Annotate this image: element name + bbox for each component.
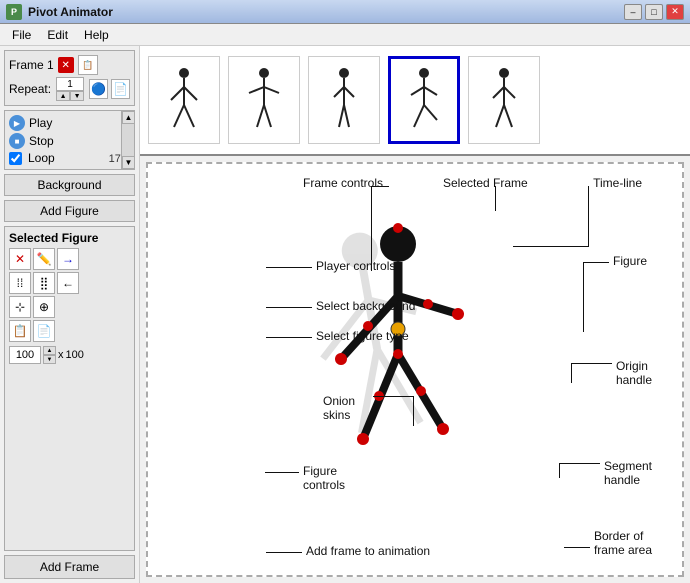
frame-icon1[interactable]: 🔵 <box>89 79 108 99</box>
maximize-button[interactable]: □ <box>645 4 663 20</box>
delete-figure-button[interactable]: ✕ <box>9 248 31 270</box>
scroll-down[interactable]: ▼ <box>122 156 135 169</box>
arrow-right-button[interactable]: → <box>57 248 79 270</box>
loop-label: Loop <box>28 151 55 165</box>
player-scrollbar: ▲ ▼ <box>121 111 134 169</box>
annotation-select-figure-type: Select figure type <box>316 329 409 343</box>
annotation-onion-skins: Onionskins <box>323 394 355 422</box>
play-icon: ▶ <box>9 115 25 131</box>
app-icon: P <box>6 4 22 20</box>
scroll-up[interactable]: ▲ <box>122 111 135 124</box>
repeat-down[interactable]: ▼ <box>70 91 84 101</box>
annotation-add-frame: Add frame to animation <box>306 544 430 558</box>
crosshair-button[interactable]: ⊕ <box>33 296 55 318</box>
left-panel: Frame 1 ✕ 📋 Repeat: 1 ▲ ▼ 🔵 📄 ▶ <box>0 46 140 583</box>
move-button[interactable]: ⊹ <box>9 296 31 318</box>
grid2-button[interactable]: ⣿ <box>33 272 55 294</box>
loop-checkbox[interactable] <box>9 152 22 165</box>
minimize-button[interactable]: – <box>624 4 642 20</box>
background-button[interactable]: Background <box>4 174 135 196</box>
copy-frame-button[interactable]: 📋 <box>78 55 98 75</box>
canvas-area: Frame controls Selected Frame Time-line … <box>146 162 684 577</box>
size-controls: 100 ▲ ▼ x 100 <box>9 346 130 364</box>
frame-section: Frame 1 ✕ 📋 Repeat: 1 ▲ ▼ 🔵 📄 <box>4 50 135 106</box>
window-controls: – □ ✕ <box>624 4 684 20</box>
frame-figure-5 <box>479 65 529 135</box>
width-up[interactable]: ▲ <box>43 346 56 355</box>
annotation-origin-handle: Originhandle <box>616 359 652 387</box>
close-button[interactable]: ✕ <box>666 4 684 20</box>
menu-file[interactable]: File <box>4 26 39 44</box>
frame-thumb-4[interactable] <box>388 56 460 144</box>
add-frame-button[interactable]: Add Frame <box>4 555 135 579</box>
repeat-value[interactable]: 1 <box>56 77 84 91</box>
frame-figure-3 <box>319 65 369 135</box>
frame-figure-1 <box>159 65 209 135</box>
figure-tools-grid: ✕ ✏️ → ⁞⁞ ⣿ ← ⊹ ⊕ 📋 📄 <box>9 248 130 342</box>
edit-figure-button[interactable]: ✏️ <box>33 248 55 270</box>
stop-button[interactable]: Stop <box>29 134 54 148</box>
size-width-input[interactable]: 100 <box>9 346 41 364</box>
menu-edit[interactable]: Edit <box>39 26 76 44</box>
annotation-border: Border offrame area <box>594 529 652 557</box>
width-down[interactable]: ▼ <box>43 355 56 364</box>
frame-icon2[interactable]: 📄 <box>111 79 130 99</box>
repeat-up[interactable]: ▲ <box>56 91 70 101</box>
size-height-value: 100 <box>66 349 84 361</box>
main-figure-svg <box>313 214 483 484</box>
frame-thumb-5[interactable] <box>468 56 540 144</box>
right-panel: Frame controls Selected Frame Time-line … <box>140 46 690 583</box>
frame-thumb-2[interactable] <box>228 56 300 144</box>
annotation-segment-handle: Segmenthandle <box>604 459 652 487</box>
annotation-frame-controls: Frame controls <box>303 176 383 190</box>
annotation-player-controls: Player controls <box>316 259 395 273</box>
size-separator: x <box>58 349 64 361</box>
annotation-figure-controls: Figurecontrols <box>303 464 345 492</box>
frame-label: Frame 1 <box>9 58 54 72</box>
annotation-selected-frame: Selected Frame <box>443 176 528 190</box>
scroll-track <box>122 124 134 156</box>
repeat-label: Repeat: <box>9 82 51 96</box>
play-button[interactable]: Play <box>29 116 52 130</box>
frame-figure-4 <box>399 65 449 135</box>
title-bar: P Pivot Animator – □ ✕ <box>0 0 690 24</box>
selected-figure-label: Selected Figure <box>9 231 130 245</box>
delete-frame-button[interactable]: ✕ <box>58 57 74 73</box>
paste-figure-button[interactable]: 📄 <box>33 320 55 342</box>
menu-help[interactable]: Help <box>76 26 117 44</box>
annotation-figure: Figure <box>613 254 647 268</box>
stop-icon: ■ <box>9 133 25 149</box>
scroll-track-v <box>57 320 79 342</box>
timeline-area <box>140 46 690 156</box>
frame-thumb-1[interactable] <box>148 56 220 144</box>
main-layout: Frame 1 ✕ 📋 Repeat: 1 ▲ ▼ 🔵 📄 ▶ <box>0 46 690 583</box>
add-figure-button[interactable]: Add Figure <box>4 200 135 222</box>
app-title: Pivot Animator <box>28 5 624 19</box>
frame-thumb-3[interactable] <box>308 56 380 144</box>
annotation-timeline: Time-line <box>593 176 642 190</box>
player-section: ▶ Play ■ Stop Loop 17.9 ▲ ▼ <box>4 110 135 170</box>
frame-figure-2 <box>239 65 289 135</box>
grid-button[interactable]: ⁞⁞ <box>9 272 31 294</box>
copy-figure-button[interactable]: 📋 <box>9 320 31 342</box>
annotation-select-background: Select background <box>316 299 415 313</box>
empty-slot <box>57 296 79 318</box>
menu-bar: File Edit Help <box>0 24 690 46</box>
arrow-left-button[interactable]: ← <box>57 272 79 294</box>
selected-figure-section: Selected Figure ✕ ✏️ → ⁞⁞ ⣿ ← ⊹ ⊕ 📋 📄 10… <box>4 226 135 551</box>
